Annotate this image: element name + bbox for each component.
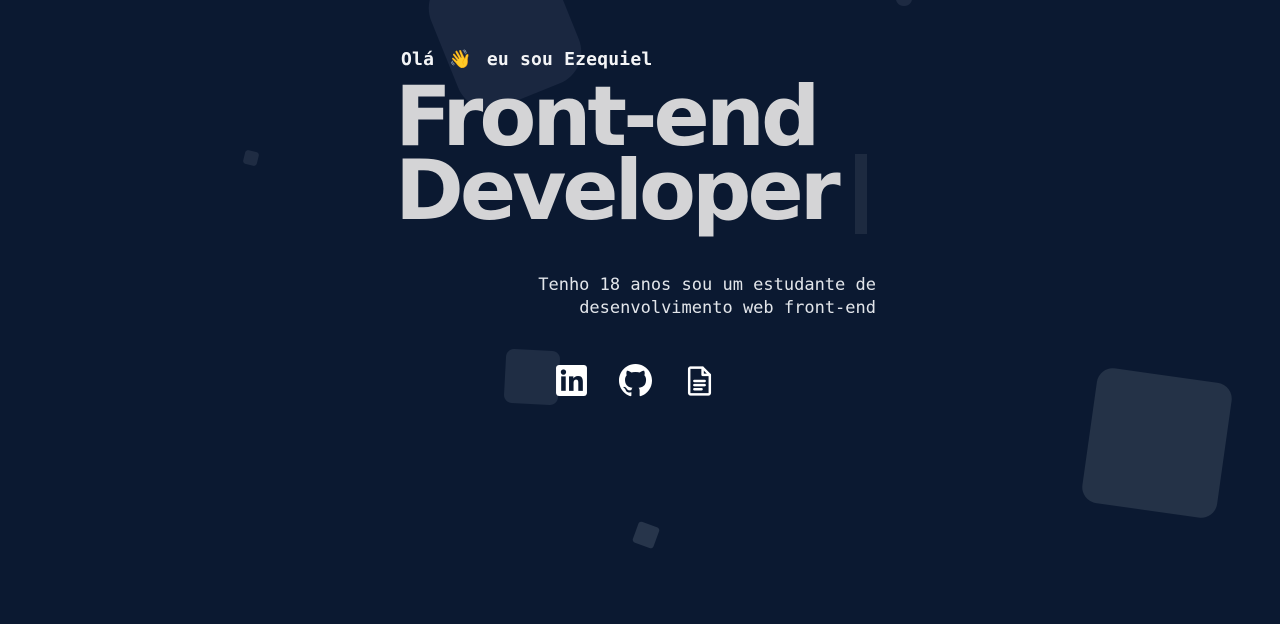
waving-hand-icon: 👋 bbox=[449, 49, 472, 70]
github-icon bbox=[619, 364, 652, 397]
greeting-name: eu sou Ezequiel bbox=[486, 49, 653, 70]
typing-cursor bbox=[855, 154, 867, 234]
headline-line-2: Developer bbox=[395, 142, 841, 239]
decorative-shape-big-right bbox=[1080, 366, 1234, 520]
decorative-shape-small-left bbox=[242, 149, 260, 167]
linkedin-link[interactable] bbox=[555, 364, 588, 397]
decorative-shape-small-bottom bbox=[631, 520, 661, 550]
greeting-prefix: Olá bbox=[401, 49, 435, 70]
linkedin-icon bbox=[556, 365, 587, 396]
github-link[interactable] bbox=[619, 364, 652, 397]
document-icon bbox=[687, 366, 712, 396]
hero-description: Tenho 18 anos sou um estudante de desenv… bbox=[538, 275, 876, 318]
social-links bbox=[555, 364, 716, 397]
resume-link[interactable] bbox=[683, 364, 716, 397]
decorative-dot-top bbox=[896, 0, 912, 6]
decorative-shape-mid bbox=[503, 348, 561, 406]
hero-headline: Front-end Developer bbox=[395, 75, 841, 239]
